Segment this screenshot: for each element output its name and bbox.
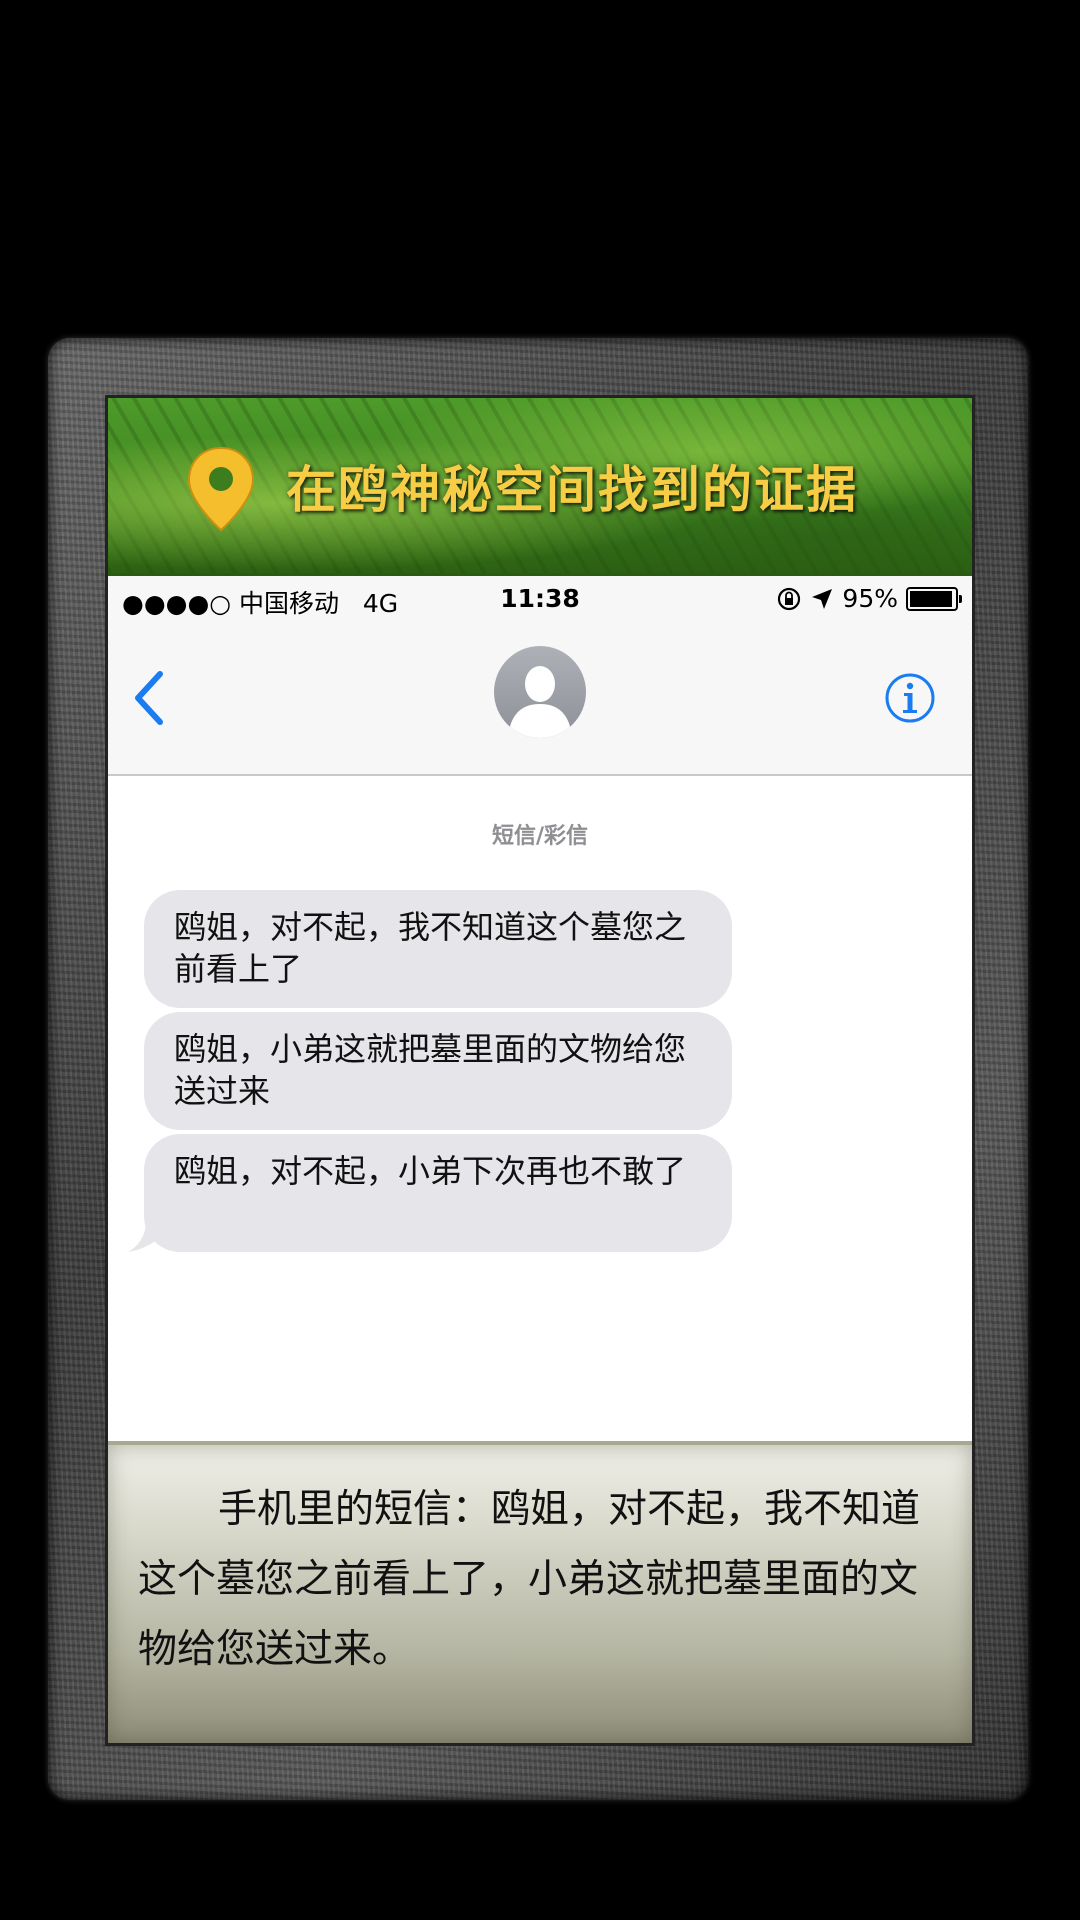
caption-panel: 手机里的短信：鸥姐，对不起，我不知道这个墓您之前看上了，小弟这就把墓里面的文物给… [108, 1441, 972, 1743]
status-bar: ●●●●○ 中国移动 4G 11:38 95% [108, 576, 972, 622]
contact-avatar-icon[interactable] [494, 646, 586, 738]
info-icon[interactable] [884, 672, 936, 724]
message-bubble[interactable]: 鸥姐，小弟这就把墓里面的文物给您送过来 [144, 1012, 732, 1130]
phone-screen: 在鸥神秘空间找到的证据 ●●●●○ 中国移动 4G 11:38 95% 短信/彩… [108, 398, 972, 1743]
conversation-header [108, 622, 972, 776]
orientation-lock-icon [778, 587, 801, 610]
person-silhouette-icon [508, 666, 572, 738]
message-bubble[interactable]: 鸥姐，对不起，小弟下次再也不敢了 [144, 1134, 732, 1252]
banner-title: 在鸥神秘空间找到的证据 [286, 461, 858, 519]
status-right: 95% [776, 584, 962, 613]
thread-type-label: 短信/彩信 [491, 824, 589, 849]
battery-fill [910, 590, 952, 607]
chevron-left-icon[interactable] [130, 668, 170, 728]
bubble-tail [128, 1220, 168, 1252]
location-pin-icon [187, 446, 255, 532]
evidence-banner: 在鸥神秘空间找到的证据 [108, 398, 972, 576]
caption-text: 手机里的短信：鸥姐，对不起，我不知道这个墓您之前看上了，小弟这就把墓里面的文物给… [138, 1487, 921, 1672]
location-arrow-icon [812, 588, 833, 609]
message-bubble[interactable]: 鸥姐，对不起，我不知道这个墓您之前看上了 [144, 890, 732, 1008]
battery-percent: 95% [842, 584, 898, 613]
battery-icon [906, 586, 962, 611]
